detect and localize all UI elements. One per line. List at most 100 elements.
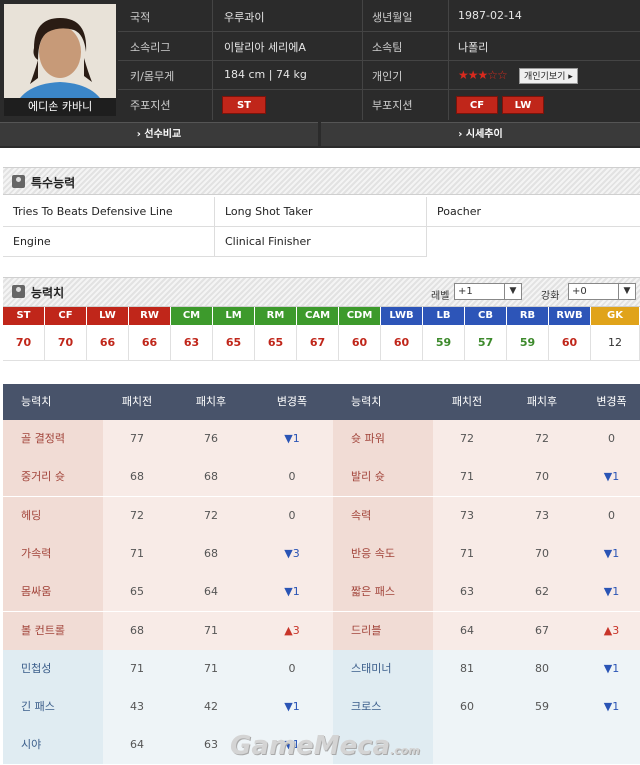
stat-value: 68 bbox=[171, 534, 251, 573]
position-value: 59 bbox=[423, 325, 465, 361]
stat-value: 68 bbox=[103, 458, 171, 497]
league-label: 소속리그 bbox=[130, 41, 171, 54]
stat-value: 59 bbox=[501, 688, 583, 727]
stat-value: 76 bbox=[171, 420, 251, 458]
popularity-label: 개인기 bbox=[372, 70, 403, 83]
stat-name: 스태미너 bbox=[333, 649, 433, 688]
column-header: 변경폭 bbox=[596, 395, 627, 408]
table-header: 능력치 패치전 패치후 변경폭 능력치 패치전 패치후 변경폭 bbox=[3, 384, 640, 420]
stat-value bbox=[501, 726, 583, 765]
team-label: 소속팀 bbox=[372, 41, 403, 54]
stat-value: 60 bbox=[433, 688, 501, 727]
ability-header: 능력치 레벨 +1 ▼ 강화 +0 ▼ bbox=[3, 277, 640, 307]
user-icon bbox=[12, 175, 25, 188]
stat-value: 72 bbox=[171, 496, 251, 535]
stat-value: 64 bbox=[171, 573, 251, 612]
position-tag: ST bbox=[3, 307, 45, 325]
stat-change: ▼1 bbox=[251, 688, 333, 727]
stat-change: 0 bbox=[583, 420, 640, 458]
position-tag: RW bbox=[129, 307, 171, 325]
table-row: 볼 컨트롤 68 71 ▲3 드리블 64 67 ▲3 bbox=[3, 611, 640, 650]
column-header: 패치전 bbox=[121, 395, 153, 408]
enhance-select[interactable]: +0 ▼ bbox=[568, 283, 636, 300]
stat-value: 63 bbox=[433, 573, 501, 612]
birth-value: 1987-02-14 bbox=[458, 9, 522, 22]
position-tag: RB bbox=[507, 307, 549, 325]
stat-name: 크로스 bbox=[333, 688, 433, 727]
stat-change: ▼1 bbox=[583, 534, 640, 573]
position-tag: CM bbox=[171, 307, 213, 325]
sub-position-chip: CF bbox=[456, 96, 498, 114]
divider bbox=[118, 89, 640, 90]
stat-name: 발리 슛 bbox=[333, 458, 433, 497]
stat-name: 중거리 슛 bbox=[3, 458, 103, 497]
stat-value: 70 bbox=[501, 458, 583, 497]
chevron-down-icon: ▼ bbox=[504, 284, 521, 299]
stat-value: 77 bbox=[103, 420, 171, 458]
birth-label: 생년월일 bbox=[372, 11, 413, 24]
stat-value: 81 bbox=[433, 649, 501, 688]
table-row: 민첩성 71 71 0 스태미너 81 80 ▼1 bbox=[3, 649, 640, 688]
stat-value: 68 bbox=[103, 611, 171, 650]
divider bbox=[118, 60, 640, 61]
compare-player-button[interactable]: › 선수비교 bbox=[0, 122, 318, 146]
stat-change: 0 bbox=[251, 458, 333, 497]
trait: Engine bbox=[3, 227, 215, 257]
stat-name: 헤딩 bbox=[3, 496, 103, 535]
position-value: 12 bbox=[591, 325, 640, 361]
column-header: 패치후 bbox=[526, 395, 558, 408]
position-tag: CB bbox=[465, 307, 507, 325]
position-tag: RM bbox=[255, 307, 297, 325]
enhance-value: +0 bbox=[572, 286, 587, 297]
stat-change: ▼1 bbox=[583, 649, 640, 688]
stat-change: ▲3 bbox=[583, 611, 640, 650]
player-name: 에디손 카바니 bbox=[4, 98, 116, 116]
stat-value: 62 bbox=[501, 573, 583, 612]
position-value: 60 bbox=[549, 325, 591, 361]
position-tag: LB bbox=[423, 307, 465, 325]
stat-name: 볼 컨트롤 bbox=[3, 611, 103, 650]
level-label: 레벨 bbox=[431, 291, 450, 302]
position-value: 70 bbox=[3, 325, 45, 361]
table-row: 몸싸움 65 64 ▼1 짧은 패스 63 62 ▼1 bbox=[3, 573, 640, 612]
stat-value bbox=[433, 726, 501, 765]
position-tag: CDM bbox=[339, 307, 381, 325]
position-value: 65 bbox=[213, 325, 255, 361]
view-skills-button[interactable]: 개인기보기 ▸ bbox=[519, 68, 578, 84]
player-photo: 12 에디손 카바니 bbox=[4, 4, 116, 116]
stat-value: 73 bbox=[501, 496, 583, 535]
stat-change: ▼1 bbox=[583, 573, 640, 612]
stat-value: 72 bbox=[103, 496, 171, 535]
stat-name: 골 결정력 bbox=[3, 420, 103, 458]
sub-position-label: 부포지션 bbox=[372, 99, 413, 112]
stat-value: 71 bbox=[103, 649, 171, 688]
stat-value: 43 bbox=[103, 688, 171, 727]
stat-value: 80 bbox=[501, 649, 583, 688]
stat-value: 64 bbox=[433, 611, 501, 650]
position-value: 70 bbox=[45, 325, 87, 361]
stat-name: 드리블 bbox=[333, 611, 433, 650]
stat-name: 긴 패스 bbox=[3, 688, 103, 727]
level-select[interactable]: +1 ▼ bbox=[454, 283, 522, 300]
level-value: +1 bbox=[458, 286, 473, 297]
stat-value: 71 bbox=[433, 458, 501, 497]
stat-change: ▲3 bbox=[251, 611, 333, 650]
divider bbox=[448, 0, 449, 120]
player-header: 12 에디손 카바니 국적 우루과이 생년월일 1987-02-14 소속리그 … bbox=[0, 0, 640, 148]
position-tag: LWB bbox=[381, 307, 423, 325]
stat-value: 71 bbox=[433, 534, 501, 573]
position-tag: CAM bbox=[297, 307, 339, 325]
price-trend-button[interactable]: › 시세추이 bbox=[321, 122, 640, 146]
main-position-chip: ST bbox=[222, 96, 266, 114]
stat-name: 반응 속도 bbox=[333, 534, 433, 573]
body-value: 184 cm | 74 kg bbox=[224, 68, 307, 81]
stat-name: 슛 파워 bbox=[333, 420, 433, 458]
stat-value: 65 bbox=[103, 573, 171, 612]
table-row: 헤딩 72 72 0 속력 73 73 0 bbox=[3, 496, 640, 535]
table-row: 골 결정력 77 76 ▼1 슛 파워 72 72 0 bbox=[3, 420, 640, 458]
stat-value: 73 bbox=[433, 496, 501, 535]
position-value: 66 bbox=[129, 325, 171, 361]
stat-value: 71 bbox=[171, 611, 251, 650]
position-value: 59 bbox=[507, 325, 549, 361]
stat-change: 0 bbox=[251, 496, 333, 535]
